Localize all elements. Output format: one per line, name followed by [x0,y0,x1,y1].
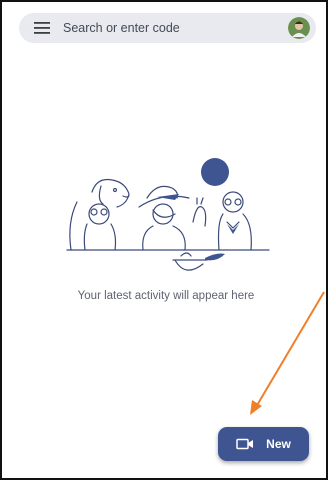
video-camera-icon [236,438,254,450]
empty-state-message: Your latest activity will appear here [77,290,255,302]
app-screen: Search or enter code Your latest activit… [0,0,328,480]
search-input[interactable]: Search or enter code [63,21,288,35]
people-at-table-illustration [66,158,270,271]
search-bar[interactable]: Search or enter code [19,13,316,43]
avatar[interactable] [288,17,310,39]
new-button-label: New [266,437,291,451]
new-meeting-button[interactable]: New [218,427,309,461]
hamburger-menu-icon[interactable] [33,21,51,35]
